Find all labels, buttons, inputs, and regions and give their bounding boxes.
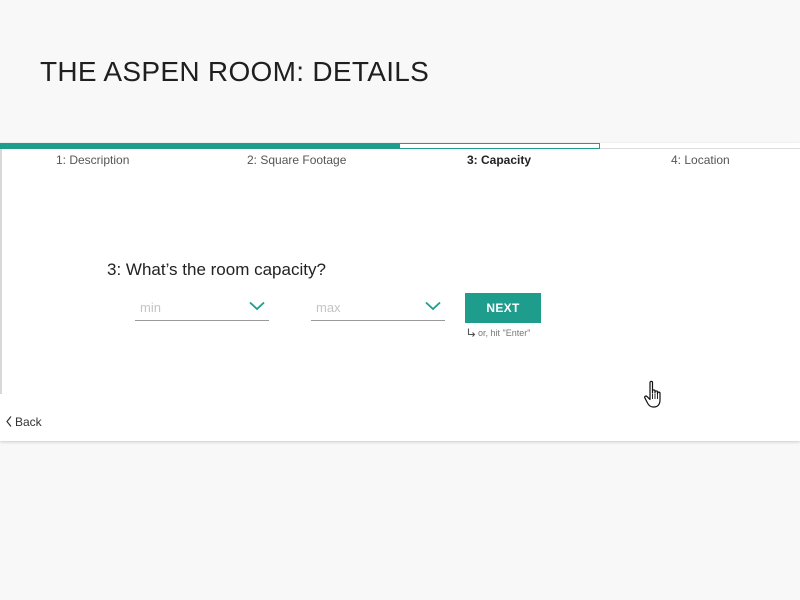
min-capacity-select[interactable]: min	[135, 293, 269, 321]
max-select-placeholder: max	[316, 300, 341, 315]
step-description[interactable]: 1: Description	[56, 153, 129, 167]
back-link[interactable]: Back	[6, 415, 42, 429]
next-button[interactable]: NEXT	[465, 293, 541, 323]
chevron-down-icon	[425, 301, 441, 311]
hand-pointer-icon	[644, 380, 661, 408]
progress-bar	[0, 143, 800, 149]
step-capacity[interactable]: 3: Capacity	[467, 153, 531, 167]
enter-hint: or, hit "Enter"	[467, 328, 530, 338]
back-label: Back	[15, 415, 42, 429]
step-square-footage[interactable]: 2: Square Footage	[247, 153, 346, 167]
page-title: THE ASPEN ROOM: DETAILS	[40, 56, 430, 87]
max-capacity-select[interactable]: max	[311, 293, 445, 321]
chevron-left-icon	[6, 416, 12, 427]
min-select-placeholder: min	[140, 300, 161, 315]
question-label: 3: What’s the room capacity?	[107, 260, 326, 279]
panel-left-edge	[0, 149, 2, 394]
return-arrow-icon	[467, 328, 476, 337]
chevron-down-icon	[249, 301, 265, 311]
progress-current-step	[400, 143, 600, 149]
details-panel: 1: Description 2: Square Footage 3: Capa…	[0, 143, 800, 441]
enter-hint-text: or, hit "Enter"	[478, 328, 531, 338]
step-location[interactable]: 4: Location	[671, 153, 730, 167]
progress-fill	[0, 143, 400, 149]
